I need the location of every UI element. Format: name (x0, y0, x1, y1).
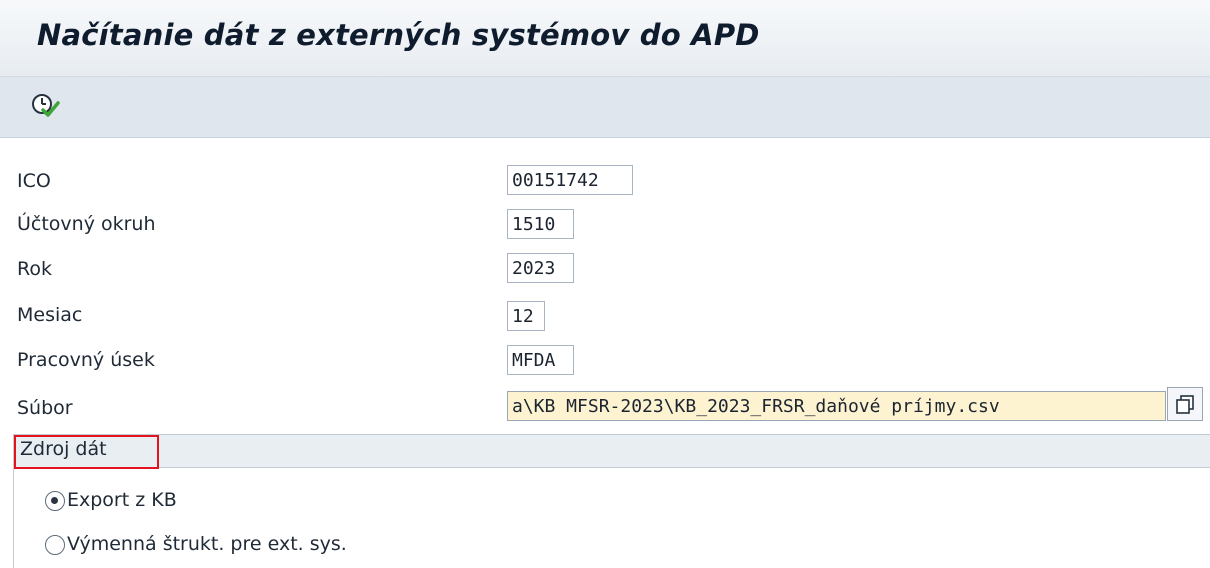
radio-unselected-icon (45, 535, 65, 555)
company-code-field[interactable]: 1510 (507, 209, 574, 239)
label-year: Rok (17, 258, 52, 280)
copy-icon (1176, 395, 1194, 414)
data-source-header: Zdroj dát (14, 435, 1210, 468)
label-month: Mesiac (17, 304, 83, 326)
file-path-field[interactable]: a\KB MFSR-2023\KB_2023_FRSR_daňové príjm… (507, 391, 1166, 421)
data-source-group: Zdroj dát Export z KB Výmenná štrukt. pr… (13, 434, 1210, 568)
selection-screen: ICO 00151742 Účtovný okruh 1510 Rok 2023… (0, 138, 1210, 568)
year-field[interactable]: 2023 (507, 253, 574, 283)
month-field[interactable]: 12 (507, 301, 545, 331)
file-browse-button[interactable] (1167, 387, 1203, 421)
ico-field[interactable]: 00151742 (507, 165, 633, 195)
application-toolbar (0, 77, 1210, 138)
radio-export-kb-label: Export z KB (67, 489, 177, 511)
radio-selected-icon (45, 491, 65, 511)
label-ico: ICO (17, 170, 51, 192)
execute-clock-check-icon (32, 94, 60, 117)
label-company-code: Účtovný okruh (17, 213, 156, 235)
radio-exchange-structure-label: Výmenná štrukt. pre ext. sys. (67, 533, 347, 555)
label-work-area: Pracovný úsek (17, 349, 155, 371)
work-area-field[interactable]: MFDA (507, 345, 574, 375)
title-bar: Načítanie dát z externých systémov do AP… (0, 0, 1210, 77)
highlight-box (14, 435, 159, 469)
execute-button[interactable] (28, 90, 62, 120)
label-file: Súbor (17, 397, 73, 419)
page-title: Načítanie dát z externých systémov do AP… (37, 18, 760, 52)
